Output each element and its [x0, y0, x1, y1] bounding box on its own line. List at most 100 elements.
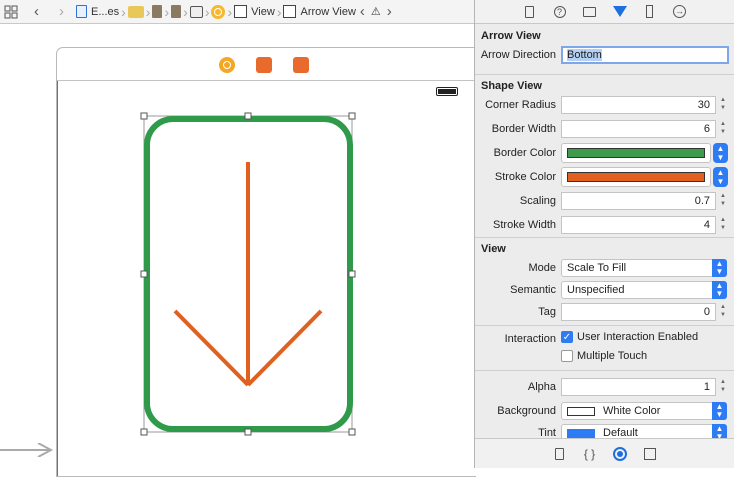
- tint-label: Tint: [538, 427, 556, 438]
- stroke-color-row: Stroke Color ▲ ▼: [475, 165, 734, 189]
- attributes-inspector-icon[interactable]: [605, 0, 635, 24]
- breadcrumb-separator: ›: [121, 3, 126, 20]
- arrow-direction-field[interactable]: Bottom: [561, 46, 729, 64]
- arrow-view-section: Arrow View Arrow Direction Bottom: [475, 25, 734, 75]
- border-color-label: Border Color: [493, 147, 556, 159]
- storyboard-canvas[interactable]: [0, 25, 476, 477]
- alpha-label: Alpha: [527, 381, 556, 393]
- border-width-field[interactable]: 6: [561, 120, 716, 138]
- arrow-stroke: [173, 162, 323, 387]
- quick-help-icon[interactable]: ?: [545, 0, 575, 24]
- scaling-label: Scaling: [519, 195, 556, 207]
- tint-value: Default: [603, 427, 638, 438]
- arrow-view[interactable]: [0, 25, 474, 468]
- multiple-touch-checkbox[interactable]: Multiple Touch: [561, 350, 648, 363]
- view-controller-icon[interactable]: [211, 4, 226, 19]
- view-section: View Mode Scale To Fill ▲ ▼ Semantic Unspe…: [475, 238, 734, 438]
- object-library-icon[interactable]: [605, 439, 635, 469]
- identity-inspector-icon[interactable]: [575, 0, 605, 24]
- mode-label: Mode: [528, 262, 556, 274]
- background-label: Background: [497, 405, 556, 417]
- multiple-touch-row: Multiple Touch: [475, 349, 734, 371]
- interaction-label: Interaction: [504, 333, 556, 345]
- jump-bar: ‹ › E...es › › › › › › View › Arrow View…: [0, 0, 474, 24]
- breadcrumb-project[interactable]: E...es: [76, 0, 119, 24]
- entry-point-arrow-icon[interactable]: [0, 443, 56, 457]
- breadcrumb-arrow-view[interactable]: Arrow View: [283, 0, 356, 24]
- file-icon[interactable]: [152, 5, 163, 18]
- alpha-field[interactable]: 1: [561, 378, 716, 396]
- border-color-row: Border Color ▲ ▼: [475, 141, 734, 165]
- multiple-touch-label: Multiple Touch: [577, 350, 648, 362]
- back-icon[interactable]: ‹: [34, 0, 39, 24]
- breadcrumb-view[interactable]: View: [234, 0, 275, 24]
- shape-view-section: Shape View Corner Radius 30 ▲ ▼ Border Wi…: [475, 75, 734, 238]
- breadcrumb-separator: ›: [164, 3, 170, 20]
- library-tabs: { }: [475, 438, 734, 468]
- alpha-stepper[interactable]: ▲ ▼: [718, 378, 728, 396]
- background-row: Background White Color ▲ ▼: [475, 399, 734, 421]
- border-color-popup[interactable]: ▲ ▼: [713, 143, 728, 163]
- stroke-width-field[interactable]: 4: [561, 216, 716, 234]
- folder-icon[interactable]: [127, 5, 144, 18]
- tag-stepper[interactable]: ▲ ▼: [718, 303, 728, 321]
- border-width-row: Border Width 6 ▲ ▼: [475, 117, 734, 141]
- mode-value: Scale To Fill: [567, 262, 627, 274]
- corner-radius-stepper[interactable]: ▲ ▼: [718, 96, 728, 114]
- section-title: View: [481, 243, 506, 255]
- mode-row: Mode Scale To Fill ▲ ▼: [475, 256, 734, 278]
- interaction-row: Interaction ✓ User Interaction Enabled: [475, 329, 734, 349]
- scaling-stepper[interactable]: ▲ ▼: [718, 192, 728, 210]
- tint-select[interactable]: Default ▲ ▼: [561, 424, 727, 438]
- forward-icon[interactable]: ›: [59, 0, 64, 24]
- stroke-color-label: Stroke Color: [494, 171, 556, 183]
- code-snippet-icon[interactable]: { }: [575, 439, 605, 469]
- tag-field[interactable]: 0: [561, 303, 716, 321]
- stroke-color-popup[interactable]: ▲ ▼: [713, 167, 728, 187]
- scaling-field[interactable]: 0.7: [561, 192, 716, 210]
- background-select[interactable]: White Color ▲ ▼: [561, 402, 727, 420]
- storyboard-icon[interactable]: [189, 5, 203, 18]
- next-issue-icon[interactable]: ›: [387, 0, 392, 24]
- prev-issue-icon[interactable]: ‹: [360, 0, 365, 24]
- background-value: White Color: [603, 405, 661, 417]
- file-template-icon[interactable]: [545, 439, 575, 469]
- file-inspector-icon[interactable]: [515, 0, 545, 24]
- view-icon: [234, 5, 248, 18]
- editor-area: ‹ › E...es › › › › › › View › Arrow View…: [0, 0, 476, 477]
- file-icon[interactable]: [171, 5, 182, 18]
- breadcrumb-separator: ›: [276, 3, 282, 20]
- checkbox-icon: [561, 350, 573, 363]
- corner-radius-field[interactable]: 30: [561, 96, 716, 114]
- stroke-width-label: Stroke Width: [493, 219, 556, 231]
- size-inspector-icon[interactable]: [635, 0, 665, 24]
- chevron-updown-icon: ▲ ▼: [712, 402, 727, 420]
- user-interaction-checkbox[interactable]: ✓ User Interaction Enabled: [561, 331, 698, 344]
- semantic-row: Semantic Unspecified ▲ ▼: [475, 278, 734, 300]
- mode-select[interactable]: Scale To Fill ▲ ▼: [561, 259, 727, 277]
- border-width-stepper[interactable]: ▲ ▼: [718, 120, 728, 138]
- chevron-updown-icon: ▲ ▼: [712, 259, 727, 277]
- breadcrumb-separator: ›: [227, 3, 233, 20]
- breadcrumb-separator: ›: [183, 3, 188, 20]
- stroke-color-well[interactable]: [561, 167, 711, 187]
- warning-icon[interactable]: ⚠: [371, 0, 381, 24]
- tag-label: Tag: [538, 306, 556, 318]
- section-title: Arrow View: [481, 30, 541, 42]
- media-library-icon[interactable]: [635, 439, 665, 469]
- semantic-label: Semantic: [510, 284, 556, 296]
- border-color-well[interactable]: [561, 143, 711, 163]
- view-icon: [283, 5, 297, 18]
- corner-radius-row: Corner Radius 30 ▲ ▼: [475, 93, 734, 117]
- corner-radius-label: Corner Radius: [485, 99, 556, 111]
- stroke-width-stepper[interactable]: ▲ ▼: [718, 216, 728, 234]
- checkmark-icon: ✓: [561, 331, 573, 344]
- border-color-swatch: [567, 148, 705, 158]
- semantic-select[interactable]: Unspecified ▲ ▼: [561, 281, 727, 299]
- breadcrumb-separator: ›: [204, 3, 210, 20]
- breadcrumb-separator: ›: [145, 3, 151, 20]
- connections-inspector-icon[interactable]: →: [665, 0, 695, 24]
- stroke-color-swatch: [567, 172, 705, 182]
- grid-icon[interactable]: [4, 0, 18, 24]
- breadcrumb-project-label: E...es: [91, 5, 120, 18]
